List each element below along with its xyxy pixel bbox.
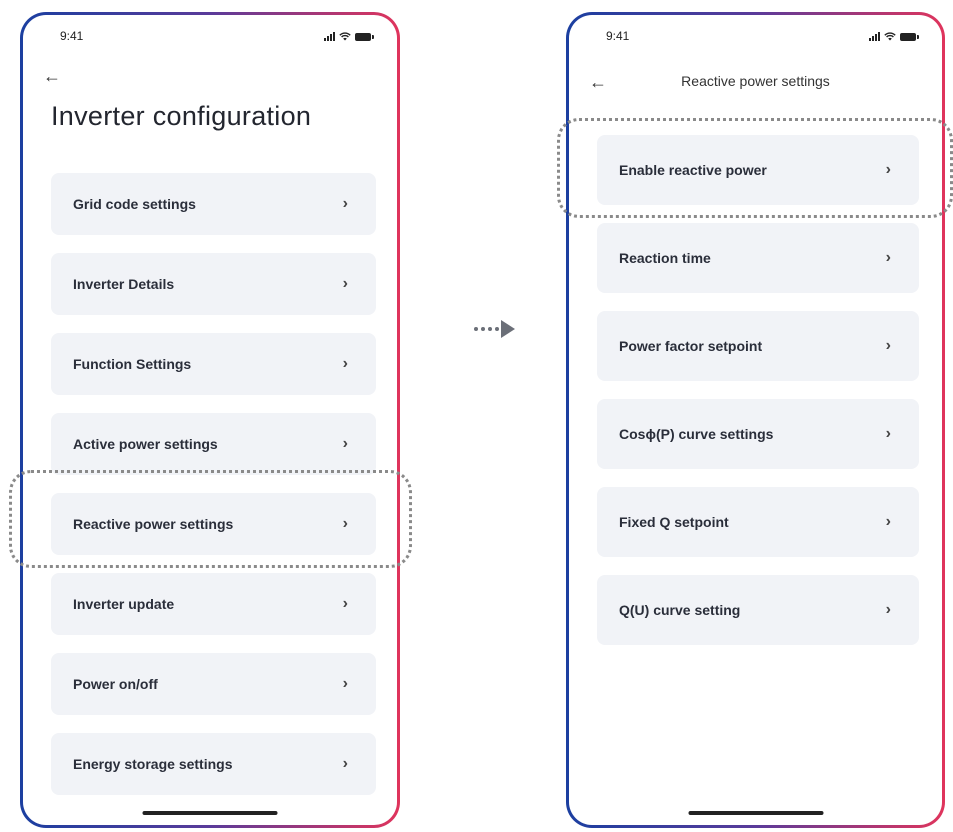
menu-item-active-power-settings[interactable]: Active power settings ›	[51, 413, 376, 475]
back-arrow-icon[interactable]: ←	[43, 67, 61, 85]
chevron-right-icon: ›	[885, 249, 891, 266]
status-bar: 9:41	[23, 29, 397, 49]
status-icons	[324, 32, 374, 41]
menu-item-cosphi-p-curve-settings[interactable]: Cosϕ(P) curve settings ›	[597, 399, 919, 469]
highlight-enable-reactive-power	[557, 118, 953, 218]
menu-item-label: Active power settings	[73, 436, 218, 452]
menu-item-power-factor-setpoint[interactable]: Power factor setpoint ›	[597, 311, 919, 381]
status-bar: 9:41	[569, 29, 942, 49]
menu-item-qu-curve-setting[interactable]: Q(U) curve setting ›	[597, 575, 919, 645]
menu-item-label: Function Settings	[73, 356, 192, 372]
chevron-right-icon: ›	[885, 513, 891, 530]
home-indicator	[142, 811, 278, 815]
screen-inverter-configuration: 9:41 ← Inverter configuration Grid code …	[23, 15, 397, 825]
header-title: Reactive power settings	[681, 73, 830, 89]
status-time: 9:41	[60, 29, 84, 43]
menu-item-label: Grid code settings	[73, 196, 196, 212]
menu-item-grid-code-settings[interactable]: Grid code settings ›	[51, 173, 376, 235]
chevron-right-icon: ›	[342, 675, 348, 692]
highlight-reactive-power-settings	[9, 470, 412, 568]
menu-item-label: Q(U) curve setting	[619, 602, 741, 618]
menu-item-function-settings[interactable]: Function Settings ›	[51, 333, 376, 395]
menu-item-label: Power on/off	[73, 676, 158, 692]
signal-icon	[324, 32, 335, 41]
page-title: Inverter configuration	[51, 101, 312, 131]
flow-arrow-icon	[474, 320, 515, 338]
menu-item-label: Power factor setpoint	[619, 338, 763, 354]
chevron-right-icon: ›	[342, 275, 348, 292]
wifi-icon	[339, 32, 351, 41]
menu-item-label: Fixed Q setpoint	[619, 514, 729, 530]
menu-item-power-on-off[interactable]: Power on/off ›	[51, 653, 376, 715]
menu-item-inverter-details[interactable]: Inverter Details ›	[51, 253, 376, 315]
status-icons	[869, 32, 919, 41]
menu-item-label: Inverter update	[73, 596, 175, 612]
menu-item-label: Energy storage settings	[73, 756, 233, 772]
menu-item-label: Cosϕ(P) curve settings	[619, 426, 774, 442]
chevron-right-icon: ›	[885, 601, 891, 618]
menu-item-label: Inverter Details	[73, 276, 175, 292]
signal-icon	[869, 32, 880, 41]
chevron-right-icon: ›	[885, 337, 891, 354]
battery-icon	[900, 32, 919, 41]
phone-frame-inverter-configuration: 9:41 ← Inverter configuration Grid code …	[20, 12, 400, 828]
menu-item-inverter-update[interactable]: Inverter update ›	[51, 573, 376, 635]
home-indicator	[688, 811, 823, 815]
menu-item-reaction-time[interactable]: Reaction time ›	[597, 223, 919, 293]
chevron-right-icon: ›	[342, 355, 348, 372]
menu-item-fixed-q-setpoint[interactable]: Fixed Q setpoint ›	[597, 487, 919, 557]
chevron-right-icon: ›	[342, 595, 348, 612]
battery-icon	[355, 32, 374, 41]
menu-item-energy-storage-settings[interactable]: Energy storage settings ›	[51, 733, 376, 795]
menu-item-label: Reaction time	[619, 250, 711, 266]
chevron-right-icon: ›	[342, 435, 348, 452]
status-time: 9:41	[606, 29, 630, 43]
chevron-right-icon: ›	[342, 755, 348, 772]
chevron-right-icon: ›	[885, 425, 891, 442]
chevron-right-icon: ›	[342, 195, 348, 212]
wifi-icon	[884, 32, 896, 41]
